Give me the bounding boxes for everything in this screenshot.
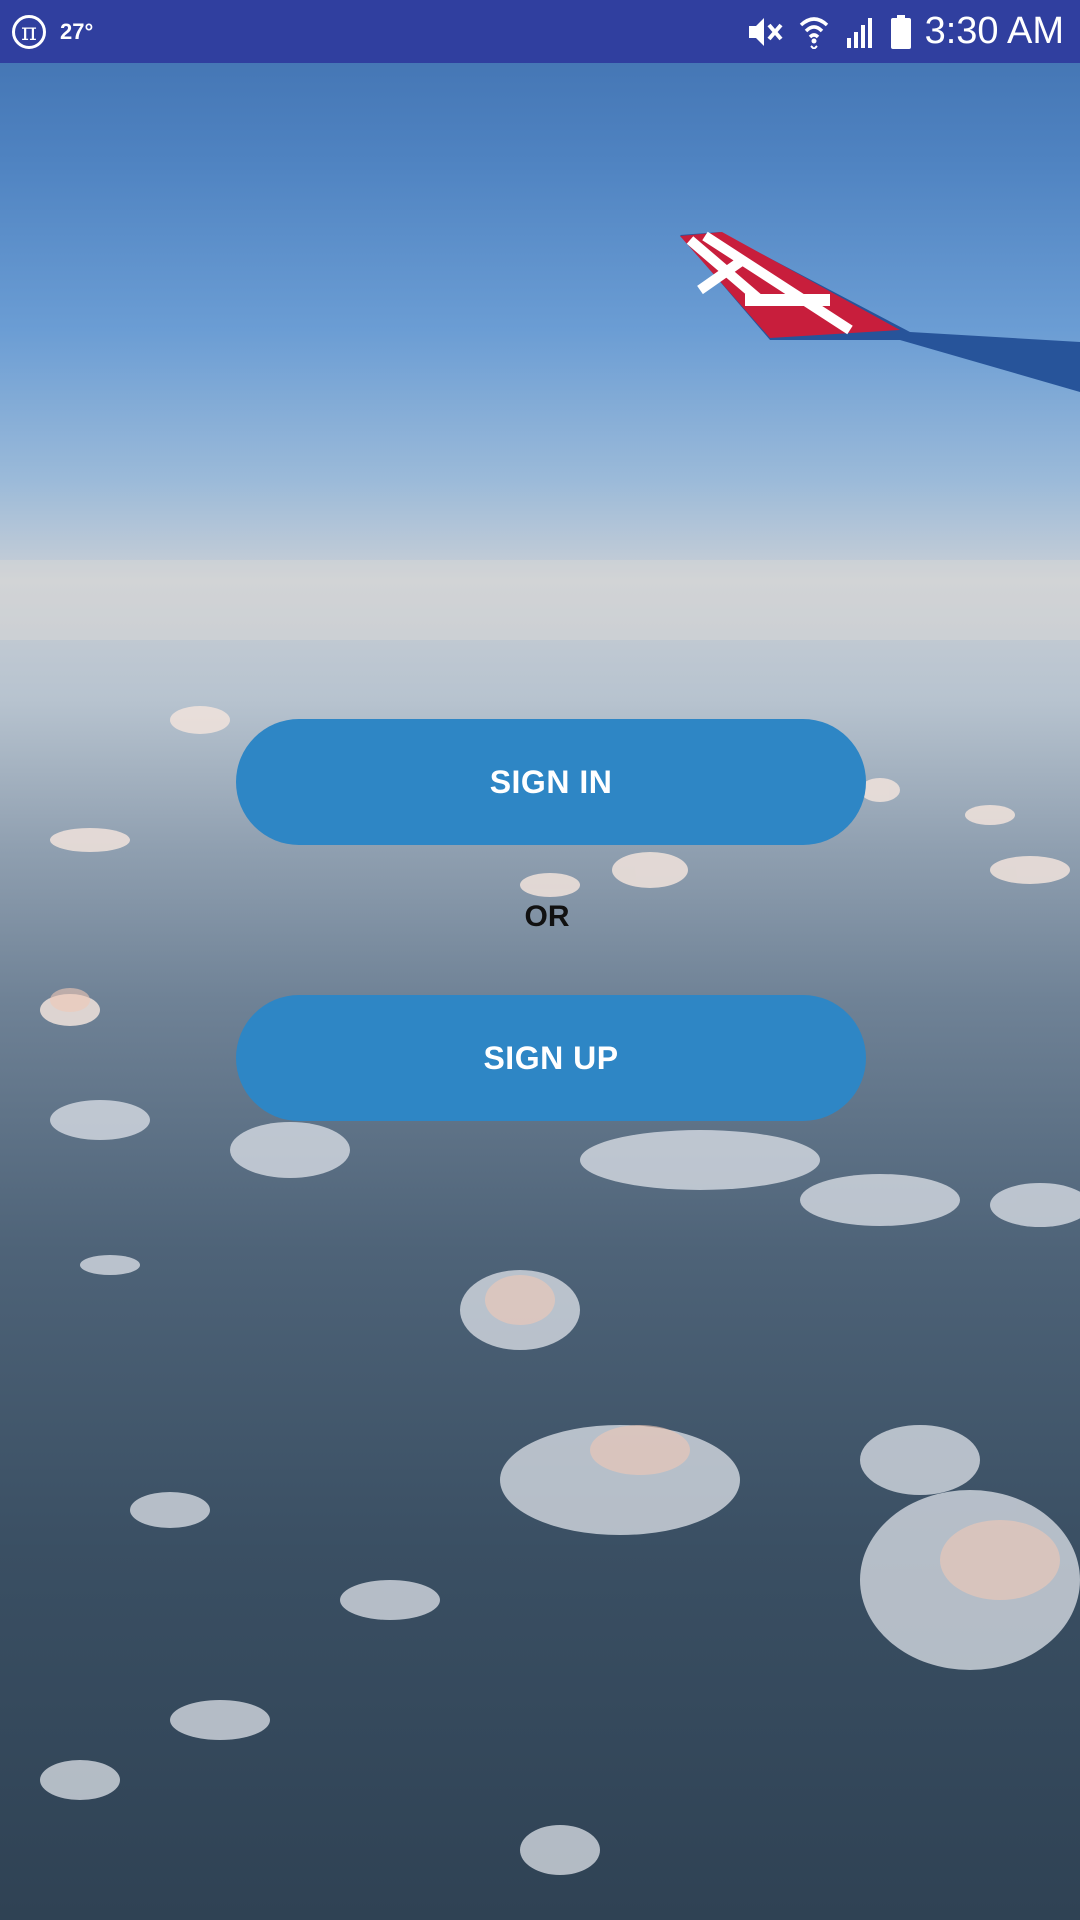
battery-icon bbox=[890, 14, 911, 49]
sign-in-button[interactable]: SIGN IN bbox=[236, 719, 866, 845]
sky-background-image bbox=[0, 0, 1080, 1920]
login-screen: π 27° 3:30 AM SIGN IN OR SIGN UP bbox=[0, 0, 1080, 1920]
pi-icon: π bbox=[12, 14, 46, 49]
weather-temperature: 27° bbox=[60, 18, 94, 44]
clock: 3:30 AM bbox=[924, 10, 1064, 52]
status-bar: π 27° 3:30 AM bbox=[0, 0, 1080, 63]
mute-icon bbox=[747, 15, 783, 49]
clouds-and-wing-illustration bbox=[0, 231, 1080, 1875]
wifi-icon bbox=[799, 15, 829, 49]
sign-up-button[interactable]: SIGN UP bbox=[236, 995, 866, 1121]
status-right: 3:30 AM bbox=[731, 0, 1064, 63]
status-left: π 27° bbox=[12, 0, 93, 63]
signal-icon bbox=[845, 16, 875, 48]
or-divider-label: OR bbox=[524, 900, 570, 933]
